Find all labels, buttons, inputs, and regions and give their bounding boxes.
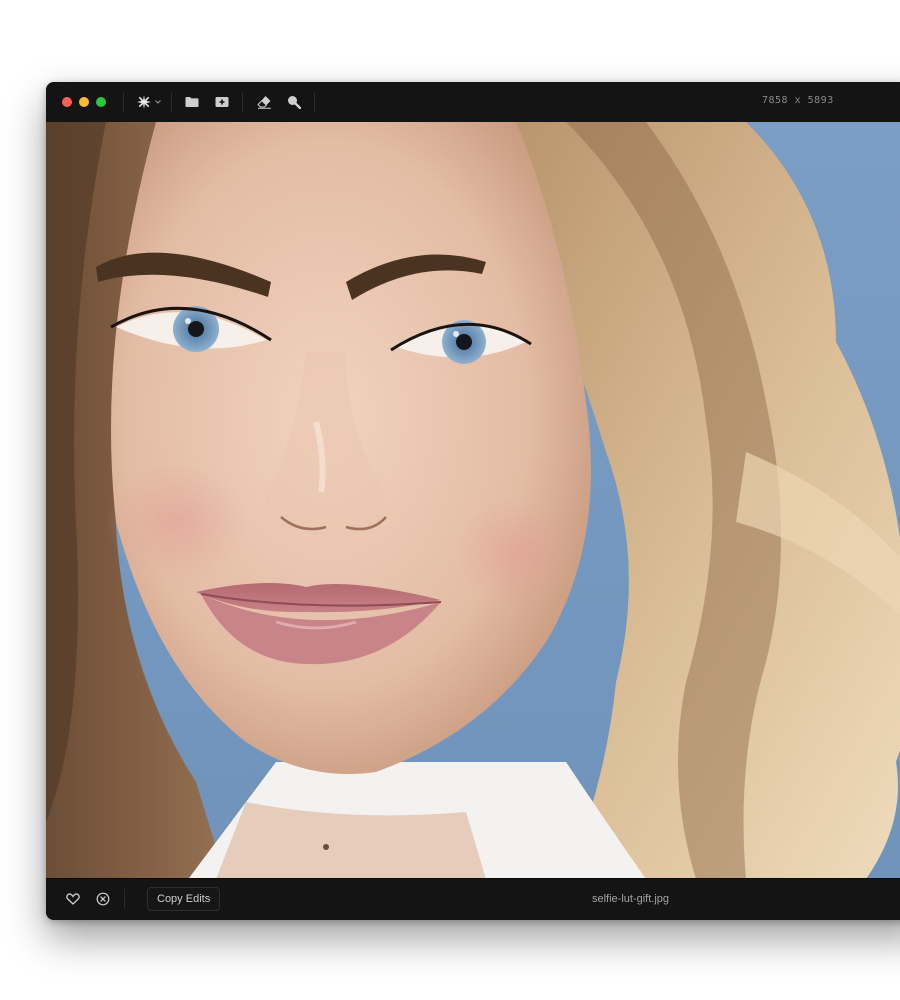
folder-icon — [185, 96, 199, 108]
search-icon — [287, 95, 301, 109]
eraser-button[interactable] — [255, 92, 273, 112]
eraser-icon — [256, 95, 272, 109]
add-image-icon — [215, 96, 229, 108]
magic-tool-button[interactable] — [134, 92, 164, 112]
toolbar-divider — [171, 92, 172, 112]
heart-icon[interactable] — [66, 892, 80, 906]
bottom-bar: Copy Edits selfie-lut-gift.jpg — [46, 878, 900, 920]
toolbar-divider — [242, 92, 243, 112]
title-bar: 7858 x 5893 — [46, 82, 900, 123]
sparkle-icon — [137, 95, 151, 109]
app-window: 7858 x 5893 Copy Edits selfie-lut-gift.j… — [46, 82, 900, 920]
toolbar-divider — [123, 92, 124, 112]
zoom-window-button[interactable] — [96, 97, 106, 107]
photo-canvas[interactable] — [46, 122, 900, 879]
close-window-button[interactable] — [62, 97, 72, 107]
search-button[interactable] — [285, 92, 303, 112]
bottom-divider — [124, 889, 125, 909]
portrait-photo — [46, 122, 900, 879]
copy-edits-button[interactable]: Copy Edits — [147, 887, 221, 911]
chevron-down-icon — [155, 100, 161, 104]
toolbar-divider — [314, 92, 315, 112]
open-folder-button[interactable] — [184, 92, 200, 112]
file-name: selfie-lut-gift.jpg — [592, 893, 670, 905]
circle-x-icon[interactable] — [96, 892, 110, 906]
image-dimensions: 7858 x 5893 — [762, 95, 834, 106]
minimize-window-button[interactable] — [79, 97, 89, 107]
add-image-button[interactable] — [214, 92, 230, 112]
